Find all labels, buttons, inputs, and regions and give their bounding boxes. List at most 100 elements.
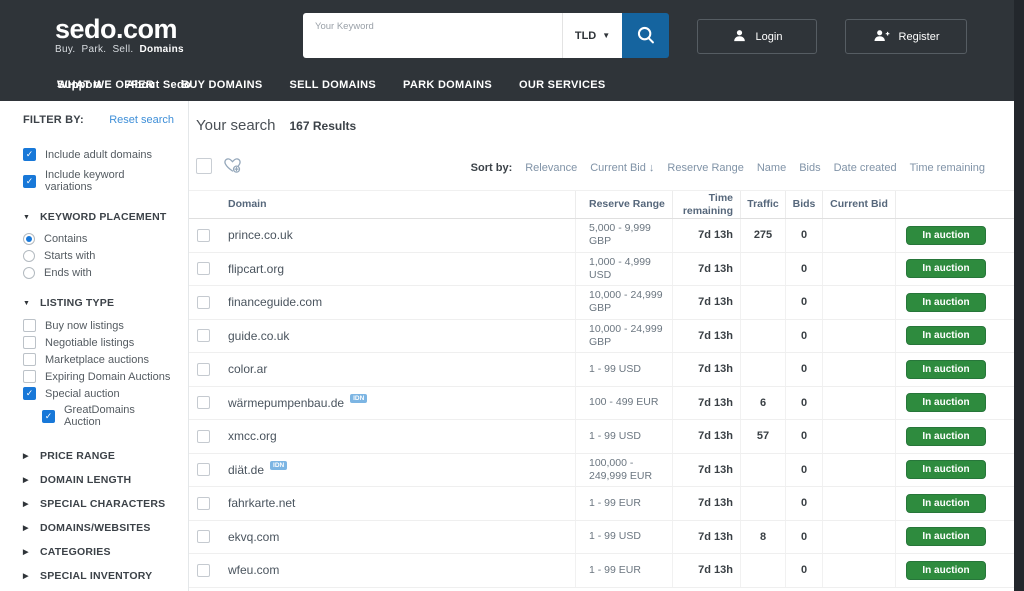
checkbox[interactable]: ✓ <box>42 410 55 423</box>
domain-name[interactable]: flipcart.org <box>228 262 284 276</box>
in-auction-button[interactable]: In auction <box>906 494 986 513</box>
domain-name[interactable]: color.ar <box>228 362 267 376</box>
row-checkbox[interactable] <box>197 329 210 342</box>
in-auction-button[interactable]: In auction <box>906 527 986 546</box>
keyword-search-input[interactable] <box>303 13 562 58</box>
radio-option-row[interactable]: Starts with <box>23 250 174 262</box>
nav-item[interactable]: About Sedo <box>126 79 191 91</box>
filter-checkbox-row[interactable]: ✓Include keyword variations <box>23 169 174 193</box>
in-auction-button[interactable]: In auction <box>906 393 986 412</box>
column-header-action <box>895 191 1014 218</box>
checkbox[interactable] <box>23 336 36 349</box>
login-button[interactable]: Login <box>697 19 817 54</box>
in-auction-button[interactable]: In auction <box>906 360 986 379</box>
sort-option[interactable]: Bids <box>799 162 820 174</box>
domain-name[interactable]: diät.de <box>228 463 264 477</box>
column-header-traffic[interactable]: Traffic <box>740 191 785 218</box>
filter-checkbox-row[interactable]: Expiring Domain Auctions <box>23 370 174 383</box>
checkbox[interactable] <box>23 370 36 383</box>
radio-button[interactable] <box>23 250 35 262</box>
row-checkbox[interactable] <box>197 530 210 543</box>
collapsed-section-header[interactable]: ▶SPECIAL INVENTORY <box>23 570 174 582</box>
reset-search-link[interactable]: Reset search <box>109 114 174 126</box>
sort-option[interactable]: Time remaining <box>910 162 985 174</box>
filter-checkbox-row[interactable]: ✓Special auction <box>23 387 174 400</box>
select-all-checkbox[interactable] <box>196 158 212 174</box>
sort-option[interactable]: Reserve Range <box>667 162 743 174</box>
collapsed-section-header[interactable]: ▶DOMAIN LENGTH <box>23 474 174 486</box>
search-button[interactable] <box>622 13 669 58</box>
filter-checkbox-row[interactable]: ✓GreatDomains Auction <box>42 404 174 428</box>
filter-by-label: FILTER BY: <box>23 114 84 126</box>
row-checkbox[interactable] <box>197 262 210 275</box>
reserve-range-cell: 1 - 99 USD <box>575 353 672 386</box>
row-checkbox[interactable] <box>197 463 210 476</box>
checkbox[interactable] <box>23 353 36 366</box>
sort-option[interactable]: Current Bid ↓ <box>590 162 654 174</box>
radio-button[interactable] <box>23 233 35 245</box>
sort-option[interactable]: Relevance <box>525 162 577 174</box>
row-checkbox[interactable] <box>197 497 210 510</box>
domain-name[interactable]: xmcc.org <box>228 429 277 443</box>
row-checkbox[interactable] <box>197 296 210 309</box>
radio-option-row[interactable]: Contains <box>23 233 174 245</box>
row-checkbox[interactable] <box>197 430 210 443</box>
column-header-time[interactable]: Time remaining <box>672 191 740 218</box>
checkbox[interactable] <box>23 319 36 332</box>
collapsed-section-header[interactable]: ▶SPECIAL CHARACTERS <box>23 498 174 510</box>
radio-button[interactable] <box>23 267 35 279</box>
checkbox[interactable]: ✓ <box>23 148 36 161</box>
keyword-placement-header[interactable]: ▼ KEYWORD PLACEMENT <box>23 211 174 223</box>
triangle-right-icon: ▶ <box>23 524 31 532</box>
checkbox[interactable]: ✓ <box>23 175 36 188</box>
filter-checkbox-row[interactable]: ✓Include adult domains <box>23 148 174 161</box>
column-header-current-bid[interactable]: Current Bid <box>822 191 895 218</box>
domain-name[interactable]: financeguide.com <box>228 295 322 309</box>
in-auction-button[interactable]: In auction <box>906 226 986 245</box>
reserve-range-cell: 1 - 99 EUR <box>575 487 672 520</box>
sort-option[interactable]: Date created <box>834 162 897 174</box>
row-checkbox[interactable] <box>197 363 210 376</box>
in-auction-button[interactable]: In auction <box>906 293 986 312</box>
domain-name[interactable]: fahrkarte.net <box>228 496 295 510</box>
in-auction-button[interactable]: In auction <box>906 259 986 278</box>
nav-item[interactable]: Support <box>57 79 101 91</box>
radio-option-row[interactable]: Ends with <box>23 267 174 279</box>
table-row: color.ar1 - 99 USD7d 13h0In auction <box>189 353 1014 387</box>
filter-checkbox-row[interactable]: Negotiable listings <box>23 336 174 349</box>
domain-name[interactable]: ekvq.com <box>228 530 279 544</box>
domain-name[interactable]: wfeu.com <box>228 563 279 577</box>
collapsed-section-header[interactable]: ▶CATEGORIES <box>23 546 174 558</box>
radio-label: Starts with <box>44 250 95 262</box>
column-header-reserve[interactable]: Reserve Range <box>575 191 672 218</box>
column-header-bids[interactable]: Bids <box>785 191 822 218</box>
domain-name[interactable]: guide.co.uk <box>228 329 289 343</box>
domain-name[interactable]: wärmepumpenbau.de <box>228 396 344 410</box>
in-auction-button[interactable]: In auction <box>906 326 986 345</box>
row-checkbox[interactable] <box>197 229 210 242</box>
checkbox[interactable]: ✓ <box>23 387 36 400</box>
collapsed-section-header[interactable]: ▶DOMAINS/WEBSITES <box>23 522 174 534</box>
column-header-domain[interactable]: Domain <box>189 191 575 218</box>
in-auction-button[interactable]: In auction <box>906 460 986 479</box>
row-checkbox[interactable] <box>197 564 210 577</box>
checkbox-label: Negotiable listings <box>45 337 134 349</box>
row-checkbox[interactable] <box>197 396 210 409</box>
triangle-right-icon: ▶ <box>23 548 31 556</box>
time-remaining-cell: 7d 13h <box>672 253 740 286</box>
sedo-logo[interactable]: sedo.com Buy. Park. Sell. Domains <box>55 15 184 55</box>
domain-cell: financeguide.com <box>189 286 575 319</box>
tld-dropdown[interactable]: TLD ▼ <box>562 13 622 58</box>
domain-name[interactable]: prince.co.uk <box>228 228 293 242</box>
sort-option[interactable]: Name <box>757 162 786 174</box>
sort-bar: Sort by: RelevanceCurrent Bid ↓Reserve R… <box>471 162 985 174</box>
in-auction-button[interactable]: In auction <box>906 561 986 580</box>
filter-checkbox-row[interactable]: Buy now listings <box>23 319 174 332</box>
add-to-watchlist-icon[interactable] <box>222 155 243 180</box>
domain-cell: ekvq.com <box>189 521 575 554</box>
in-auction-button[interactable]: In auction <box>906 427 986 446</box>
filter-checkbox-row[interactable]: Marketplace auctions <box>23 353 174 366</box>
register-button[interactable]: Register <box>845 19 967 54</box>
listing-type-header[interactable]: ▼ LISTING TYPE <box>23 297 174 309</box>
collapsed-section-header[interactable]: ▶PRICE RANGE <box>23 450 174 462</box>
